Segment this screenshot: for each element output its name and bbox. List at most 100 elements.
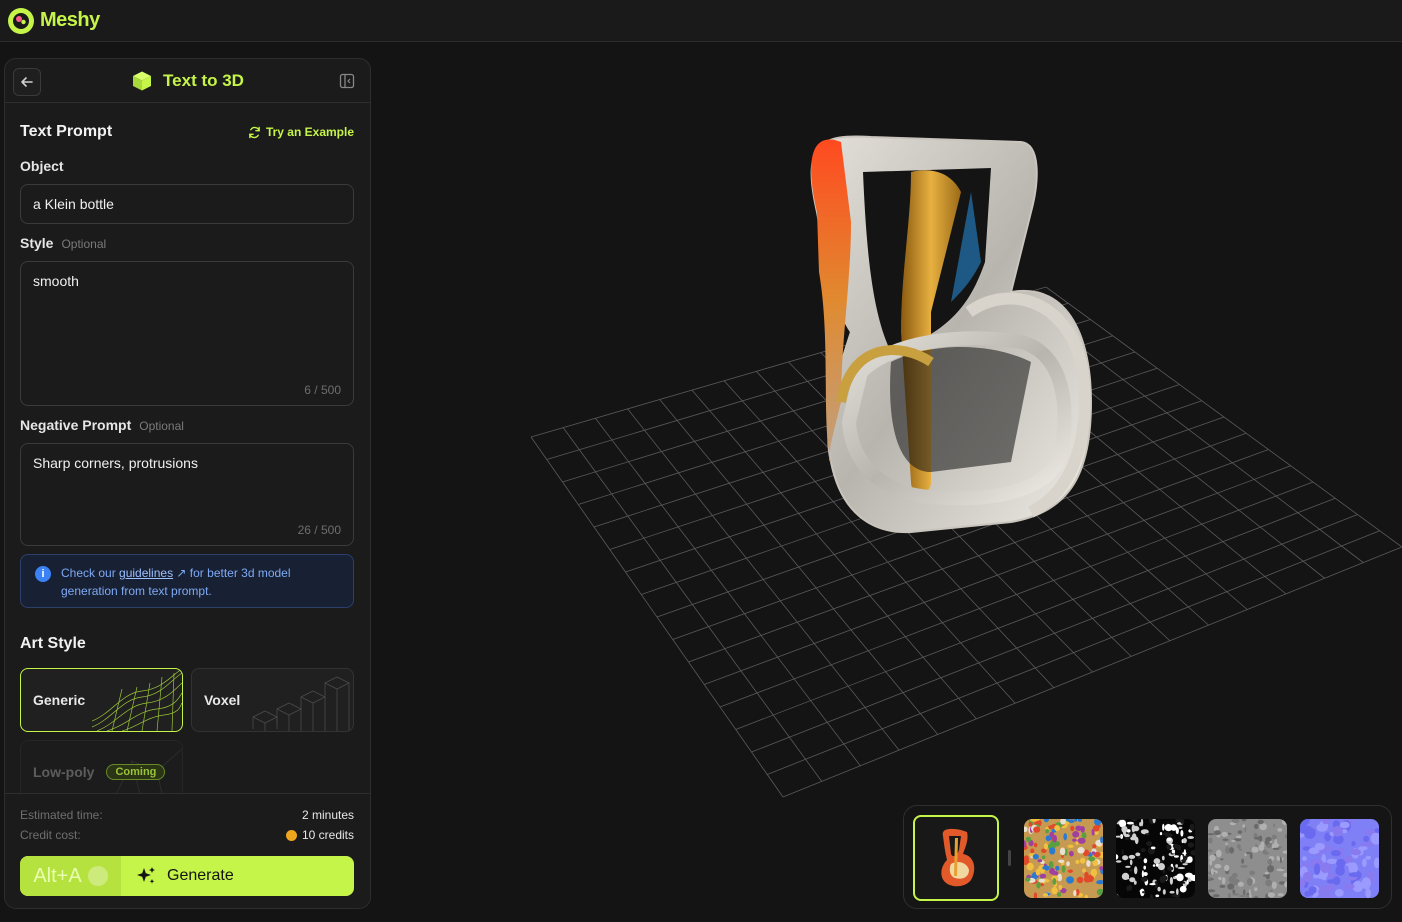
- texture-speck: [1054, 825, 1060, 832]
- texture-speck: [1157, 886, 1161, 892]
- texture-speck: [1082, 868, 1086, 873]
- texture-speck: [1036, 882, 1041, 889]
- texture-speck: [1121, 872, 1130, 880]
- texture-speck: [1134, 836, 1139, 845]
- texture-speck: [1157, 863, 1165, 871]
- back-button[interactable]: [13, 68, 41, 96]
- texture-speck: [1265, 879, 1273, 887]
- texture-speck: [1077, 847, 1085, 854]
- thumbnail-roughness[interactable]: [1208, 819, 1287, 898]
- texture-speck: [1227, 883, 1235, 890]
- thumbnail-normal-map[interactable]: [1300, 819, 1379, 898]
- arrow-left-icon: [21, 77, 33, 87]
- texture-speck: [1162, 823, 1165, 831]
- style-textarea[interactable]: smooth 6 / 500: [20, 261, 354, 406]
- texture-speck: [1179, 885, 1187, 893]
- texture-speck: [1231, 840, 1236, 842]
- texture-speck: [1140, 819, 1144, 827]
- texture-speck: [1362, 858, 1367, 868]
- voxel-cubes-icon: [252, 676, 350, 731]
- art-style-generic[interactable]: Generic: [20, 668, 183, 732]
- texture-speck: [1149, 883, 1156, 886]
- texture-speck: [1211, 868, 1214, 876]
- texture-speck: [1143, 858, 1148, 864]
- texture-speck: [1030, 848, 1035, 854]
- thumbnail-metallic[interactable]: [1116, 819, 1195, 898]
- texture-speck: [1325, 846, 1334, 851]
- texture-speck: [1177, 866, 1186, 870]
- texture-speck: [1169, 890, 1175, 894]
- texture-speck: [1132, 825, 1140, 832]
- texture-speck: [1164, 833, 1173, 838]
- style-char-counter: 6 / 500: [304, 383, 341, 397]
- texture-speck: [1180, 830, 1184, 837]
- texture-speck: [1150, 846, 1156, 850]
- texture-speck: [1276, 855, 1279, 861]
- texture-speck: [1215, 849, 1222, 858]
- texture-speck: [1153, 858, 1161, 865]
- texture-speck: [1242, 824, 1246, 828]
- texture-speck: [1167, 866, 1174, 871]
- texture-speck: [1214, 864, 1222, 869]
- texture-speck: [1255, 844, 1258, 848]
- guidelines-link[interactable]: guidelines: [119, 566, 173, 580]
- texture-speck: [1178, 826, 1183, 829]
- texture-speck: [1140, 848, 1146, 853]
- panel-header: Text to 3D: [5, 59, 370, 103]
- object-input[interactable]: a Klein bottle: [20, 184, 354, 224]
- texture-speck: [1324, 883, 1336, 893]
- generate-button[interactable]: Alt+A Generate: [20, 856, 354, 896]
- texture-speck: [1032, 853, 1039, 860]
- texture-speck: [1209, 854, 1216, 861]
- texture-speck: [1143, 865, 1146, 870]
- texture-speck: [1264, 871, 1269, 875]
- thumbnail-model-preview[interactable]: [913, 815, 999, 901]
- texture-speck: [1061, 865, 1066, 873]
- texture-speck: [1164, 824, 1173, 832]
- texture-speck: [1058, 884, 1063, 891]
- panel-title: Text to 3D: [163, 70, 244, 90]
- texture-speck: [1187, 856, 1193, 863]
- texture-speck: [1271, 881, 1277, 889]
- texture-speck: [1262, 849, 1268, 854]
- texture-speck: [1166, 844, 1172, 850]
- art-style-voxel[interactable]: Voxel: [191, 668, 354, 732]
- texture-speck: [1145, 833, 1150, 836]
- panel-footer: Estimated time: 2 minutes Credit cost: 1…: [5, 793, 370, 908]
- base-color-texture-icon: [1024, 819, 1103, 898]
- texture-speck: [1039, 873, 1047, 879]
- model-viewport[interactable]: [371, 42, 1402, 917]
- texture-speck: [1279, 856, 1282, 864]
- texture-speck: [1072, 838, 1077, 842]
- app-name[interactable]: Meshy: [40, 9, 100, 32]
- texture-speck: [1069, 850, 1074, 857]
- texture-speck: [1063, 833, 1067, 841]
- object-label: Object: [20, 158, 64, 174]
- texture-speck: [1302, 856, 1307, 861]
- texture-speck: [1159, 832, 1163, 836]
- grid-line: [767, 530, 1380, 775]
- texture-speck: [1169, 877, 1173, 885]
- try-example-label: Try an Example: [265, 125, 354, 139]
- texture-speck: [1152, 864, 1156, 867]
- texture-speck: [1208, 837, 1213, 844]
- texture-speck: [1166, 837, 1172, 841]
- texture-speck: [1171, 849, 1176, 854]
- coin-icon: [285, 829, 297, 841]
- texture-speck: [1042, 866, 1047, 870]
- texture-speck: [1249, 870, 1256, 876]
- try-example-button[interactable]: Try an Example: [248, 125, 354, 139]
- sparkles-icon: [137, 867, 155, 884]
- texture-speck: [1238, 895, 1247, 898]
- collapse-panel-icon[interactable]: [339, 73, 355, 89]
- roughness-texture-icon: [1208, 819, 1287, 898]
- meshy-logo-icon[interactable]: [8, 7, 34, 34]
- texture-speck: [1176, 888, 1179, 895]
- texture-speck: [1055, 865, 1060, 871]
- texture-speck: [1066, 861, 1070, 867]
- texture-speck: [1187, 842, 1194, 848]
- texture-speck: [1073, 890, 1077, 897]
- negative-prompt-textarea[interactable]: Sharp corners, protrusions 26 / 500: [20, 443, 354, 546]
- texture-speck: [1038, 878, 1045, 883]
- thumbnail-base-color[interactable]: [1024, 819, 1103, 898]
